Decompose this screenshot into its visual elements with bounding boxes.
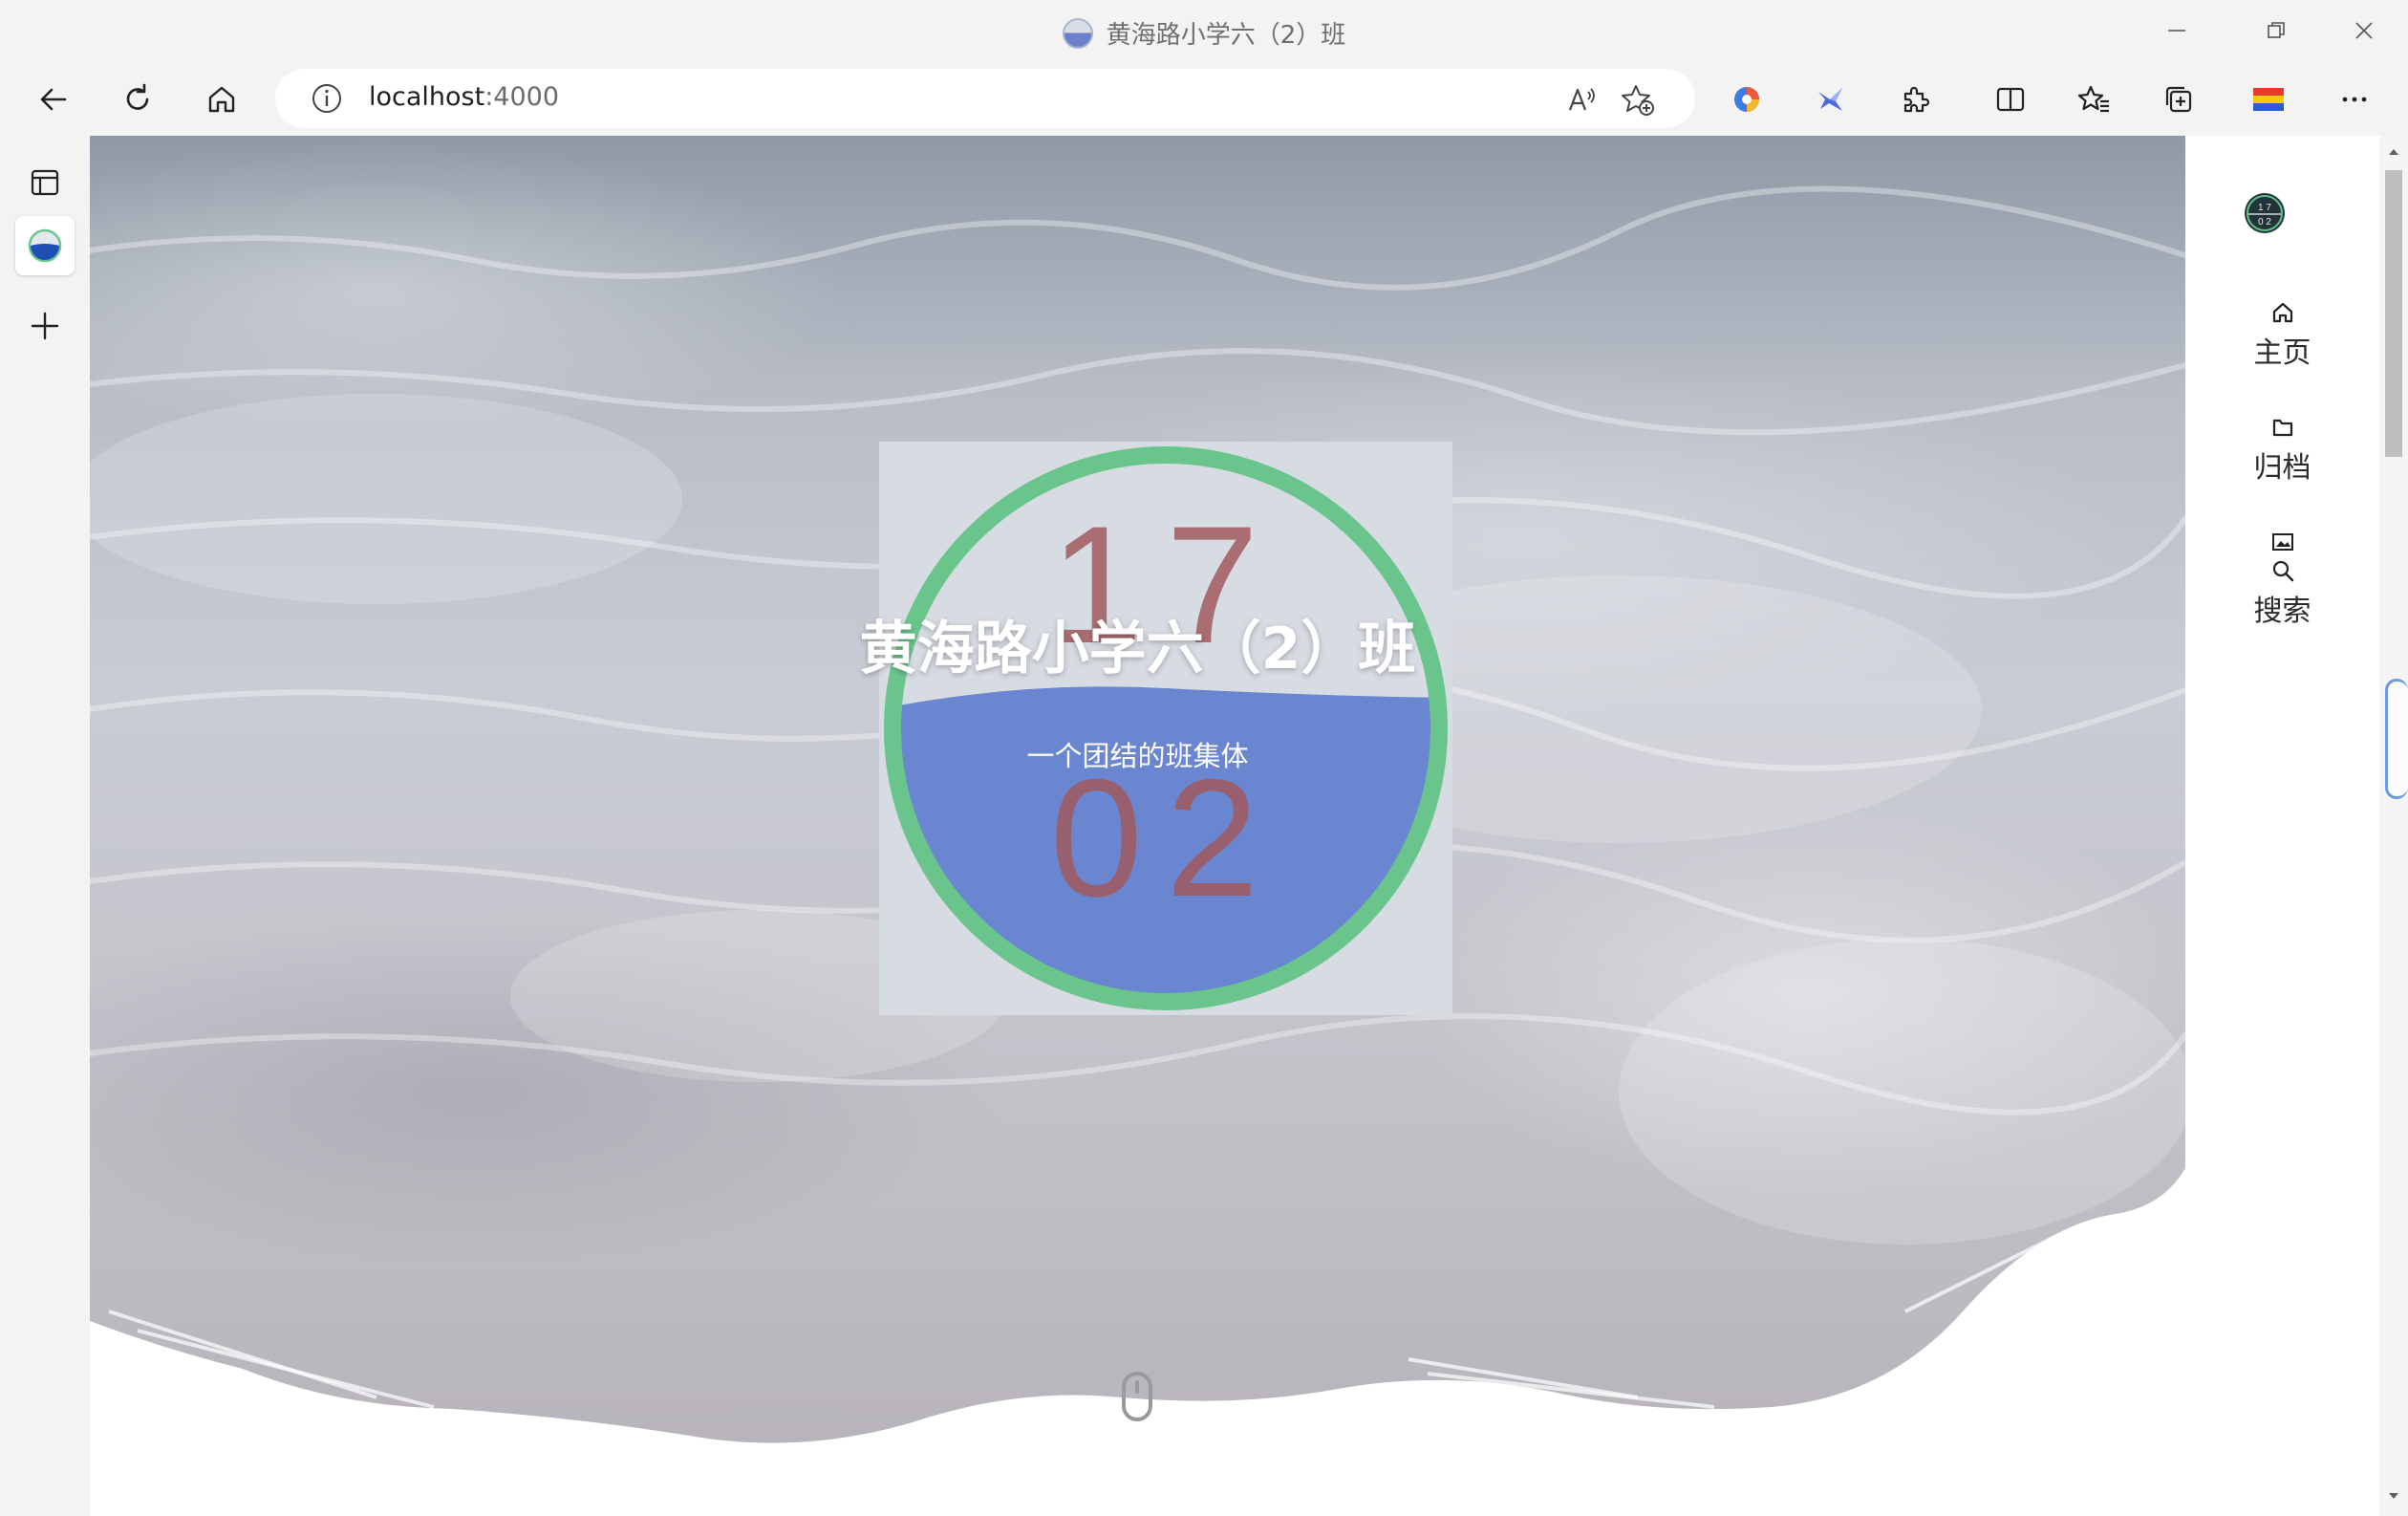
site-subtitle: 一个团结的班集体 xyxy=(1026,740,1249,772)
info-icon[interactable] xyxy=(310,81,344,116)
site-tab-icon xyxy=(28,228,62,263)
svg-text:1 7: 1 7 xyxy=(2258,203,2271,213)
browser-toolbar: localhost:4000 xyxy=(0,63,2408,136)
extension-bird-button[interactable] xyxy=(1804,73,1858,126)
home-icon xyxy=(208,86,235,113)
read-aloud-button[interactable] xyxy=(1561,78,1603,120)
read-aloud-icon xyxy=(1568,88,1595,111)
nav-item-search[interactable]: 搜索 xyxy=(2185,530,2379,629)
flag-extension-button[interactable] xyxy=(2242,73,2295,126)
site-favicon-icon xyxy=(1062,17,1093,49)
restore-icon xyxy=(2268,22,2285,38)
svg-text:0 2: 0 2 xyxy=(2258,217,2271,227)
title-bar: 黄海路小学六（2）班 xyxy=(0,0,2408,63)
split-screen-icon xyxy=(1996,87,2025,112)
nav-item-home[interactable]: 主页 xyxy=(2185,300,2379,371)
site-nav: 1 70 2 主页 归档 搜索 xyxy=(2185,136,2379,1516)
brush-edge xyxy=(90,1168,2185,1516)
hero-banner: 17 02 黄海路小学六（2）班 一个团结的班集体 xyxy=(90,136,2185,1516)
favorites-button[interactable] xyxy=(2068,73,2121,126)
back-icon xyxy=(40,88,67,111)
brand-logo-icon: 1 70 2 xyxy=(2245,193,2285,233)
flag-icon xyxy=(2253,88,2284,111)
vertical-tab-strip xyxy=(0,136,90,1516)
minimize-icon xyxy=(2168,30,2185,32)
more-icon xyxy=(2342,97,2367,102)
sidebar-edge-handle[interactable] xyxy=(2385,679,2408,799)
mouse-icon xyxy=(1122,1372,1152,1421)
scroll-down-mouse-icon[interactable] xyxy=(1120,1371,1154,1424)
url-host: localhost xyxy=(369,82,485,112)
refresh-button[interactable] xyxy=(111,73,164,126)
minimize-button[interactable] xyxy=(2133,8,2221,54)
scroll-up-arrow-icon[interactable] xyxy=(2387,145,2400,159)
nav-item-label: 归档 xyxy=(2253,451,2311,485)
new-tab-icon xyxy=(31,312,59,340)
restore-button[interactable] xyxy=(2232,8,2320,54)
collections-button[interactable] xyxy=(2152,73,2205,126)
extensions-button[interactable] xyxy=(1888,73,1942,126)
url-text[interactable]: localhost:4000 xyxy=(369,82,559,112)
extension-bird-icon xyxy=(1818,88,1842,111)
extension-color-icon xyxy=(1734,87,1759,112)
split-screen-button[interactable] xyxy=(1984,73,2037,126)
close-icon xyxy=(2355,22,2373,39)
add-favorite-icon xyxy=(1622,85,1654,116)
search-icon xyxy=(2272,560,2293,582)
tab-actions-icon xyxy=(31,169,59,196)
nav-item-label: 搜索 xyxy=(2253,595,2311,628)
favorites-icon xyxy=(2077,85,2109,113)
new-tab-button[interactable] xyxy=(15,296,75,356)
image-icon xyxy=(2271,533,2293,551)
more-button[interactable] xyxy=(2328,73,2381,126)
window-title-text: 黄海路小学六（2）班 xyxy=(1106,21,1346,50)
back-button[interactable] xyxy=(27,73,80,126)
add-favorite-button[interactable] xyxy=(1617,78,1659,120)
tab-actions-button[interactable] xyxy=(15,153,75,212)
site-title: 黄海路小学六（2）班 xyxy=(859,616,1416,682)
url-port: :4000 xyxy=(484,82,560,112)
window-title: 黄海路小学六（2）班 xyxy=(0,15,2408,51)
page-scrollbar[interactable] xyxy=(2379,136,2408,1516)
extensions-icon xyxy=(1903,86,1930,113)
home-button[interactable] xyxy=(195,73,248,126)
page-viewport: 17 02 黄海路小学六（2）班 一个团结的班集体 1 70 2 主页 归档 搜… xyxy=(90,136,2379,1516)
refresh-icon xyxy=(126,83,149,110)
site-tab[interactable] xyxy=(15,216,75,275)
scroll-thumb[interactable] xyxy=(2385,170,2402,457)
extension-color-button[interactable] xyxy=(1720,73,1774,126)
nav-item-archive[interactable]: 归档 xyxy=(2185,415,2379,486)
address-bar[interactable]: localhost:4000 xyxy=(275,69,1695,128)
site-brand-logo[interactable]: 1 70 2 xyxy=(2243,191,2287,235)
close-button[interactable] xyxy=(2320,8,2408,54)
class-logo: 17 02 xyxy=(879,442,1452,1015)
scroll-down-arrow-icon[interactable] xyxy=(2387,1489,2400,1503)
nav-item-label: 主页 xyxy=(2253,336,2311,370)
folder-icon xyxy=(2272,419,2292,437)
collections-icon xyxy=(2165,86,2192,113)
home-icon xyxy=(2272,302,2292,323)
